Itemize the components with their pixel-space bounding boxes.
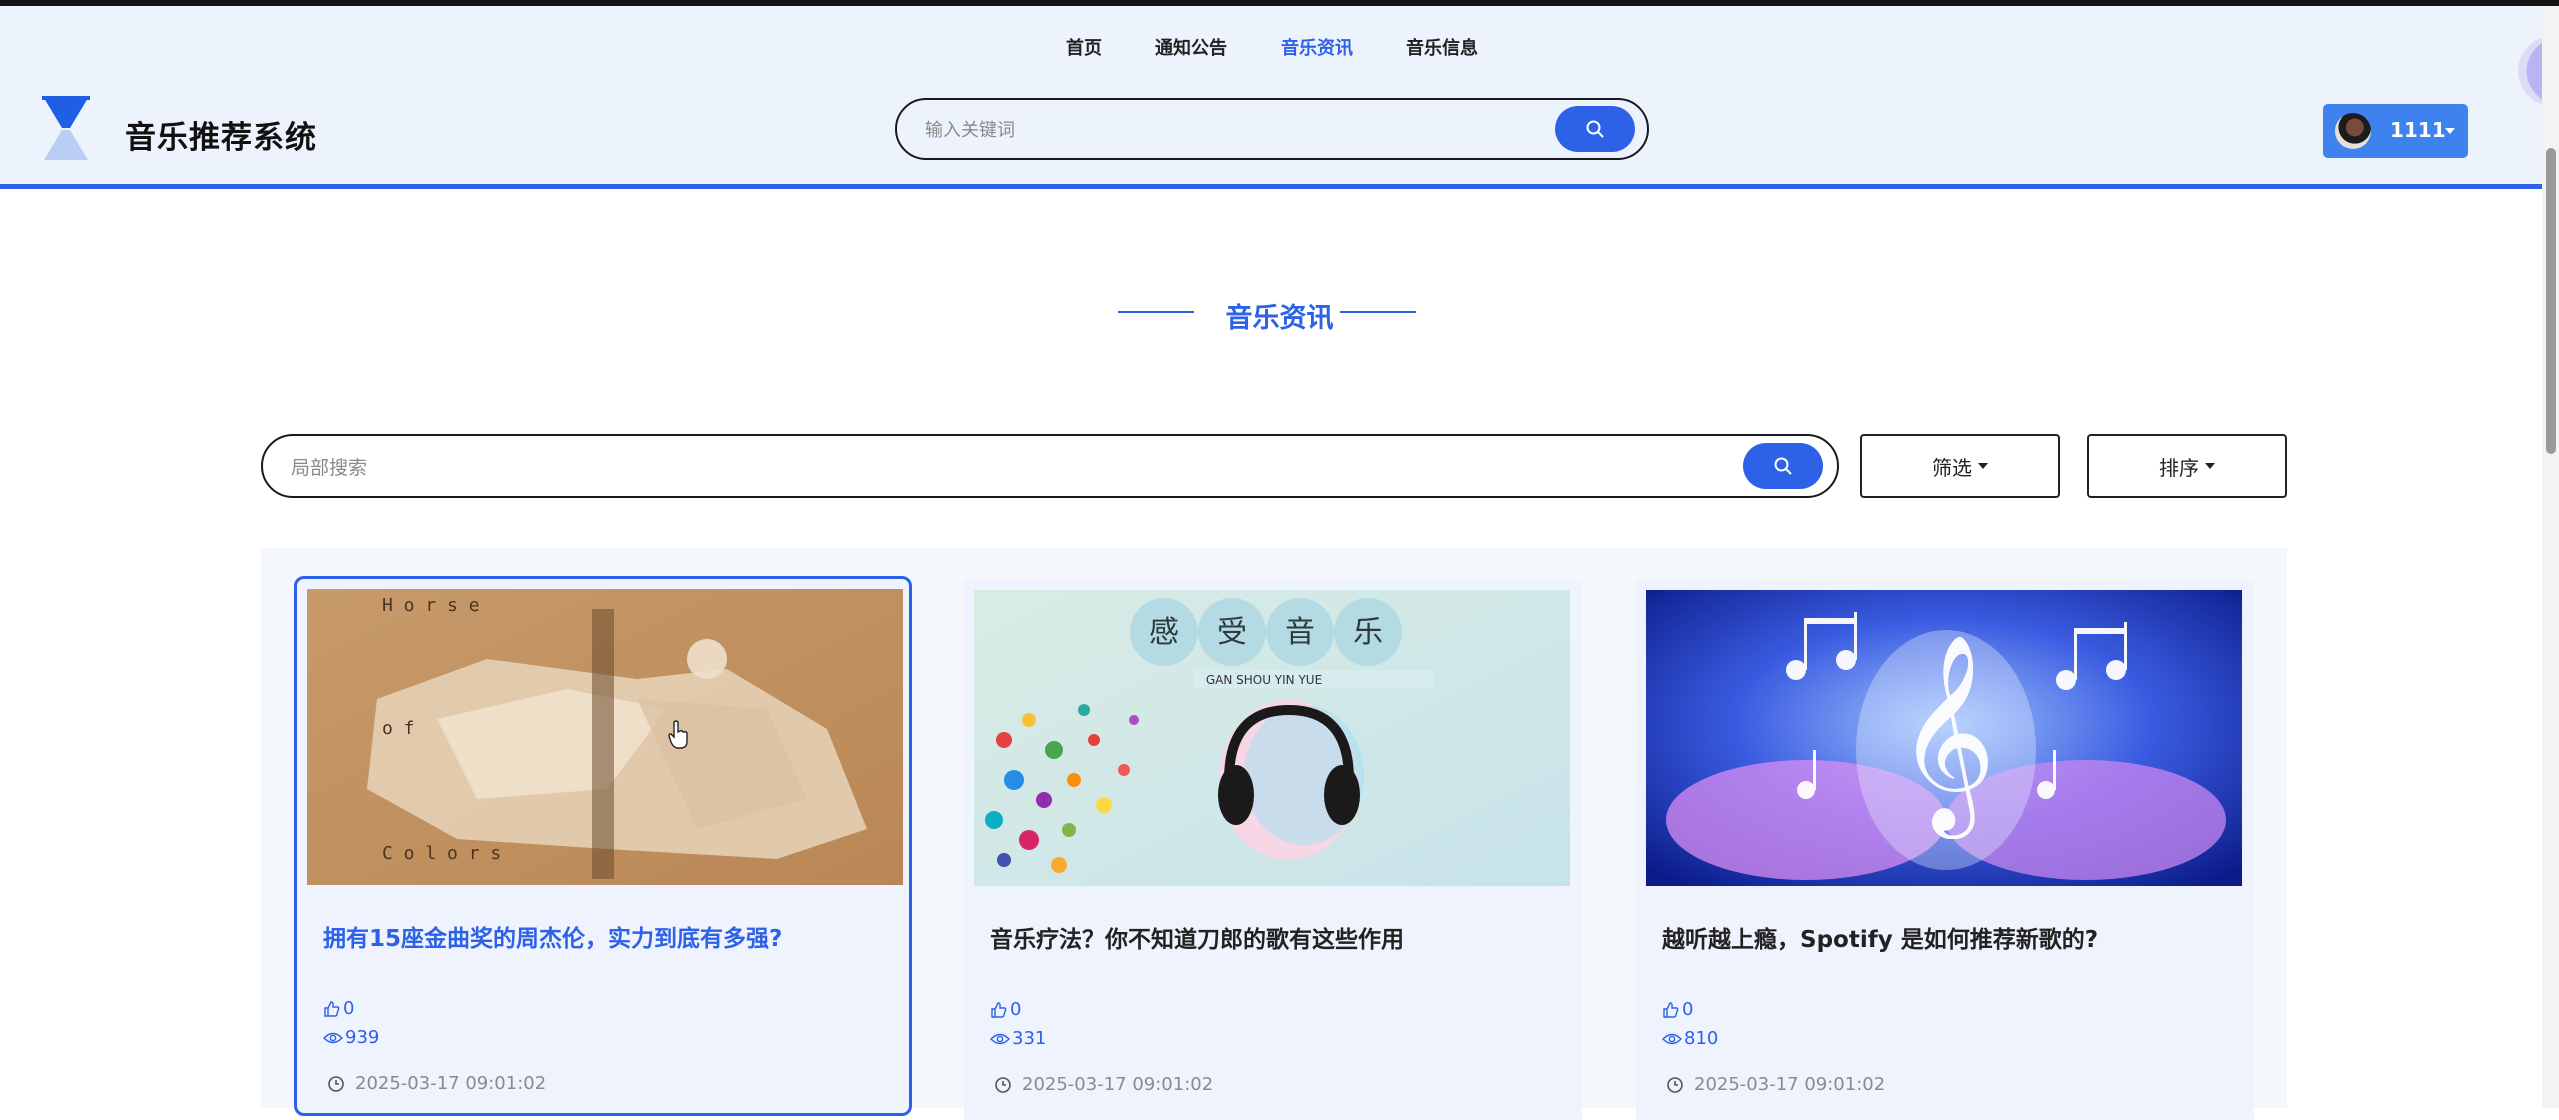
like-count-value: 0 [343, 998, 355, 1019]
section-title: 音乐资讯 [1225, 303, 1334, 334]
top-search-input[interactable] [923, 114, 1527, 146]
thumbs-up-icon [991, 1001, 1007, 1018]
view-count: 331 [990, 1028, 1046, 1049]
news-card[interactable]: 𝄞 越听越上瘾，Spotify 是如何推荐新歌的? 0 810 2025-03-… [1636, 580, 2254, 1120]
top-search-bar [895, 98, 1649, 160]
image-text-yin: 音 [1285, 615, 1315, 650]
title-decor-line-right [1340, 311, 1416, 313]
filter-dropdown-button[interactable]: 筛选 [1860, 434, 2060, 498]
publish-date: 2025-03-17 09:01:02 [327, 1073, 546, 1094]
svg-text:𝄞: 𝄞 [1896, 633, 1996, 839]
clock-icon [995, 1076, 1011, 1093]
news-card[interactable]: H o r s e o f C o l o r s 拥有15座金曲奖的周杰伦，实… [294, 576, 912, 1116]
hourglass-logo-icon[interactable] [40, 96, 92, 162]
image-text-horse: H o r s e [382, 595, 480, 616]
music-headphones-image: 感 受 音 乐 GAN SHOU YIN YUE [974, 590, 1570, 886]
view-count: 810 [1662, 1028, 1718, 1049]
eye-icon [323, 1032, 343, 1043]
like-count[interactable]: 0 [323, 998, 354, 1019]
clock-icon [328, 1075, 344, 1092]
search-icon [1586, 120, 1604, 138]
like-count-value: 0 [1010, 999, 1022, 1020]
image-text-shou: 受 [1217, 615, 1247, 650]
image-text-yue: 乐 [1353, 615, 1383, 650]
nav-item-home[interactable]: 首页 [1066, 34, 1102, 60]
clock-icon [1667, 1076, 1683, 1093]
chevron-down-icon [2445, 128, 2455, 134]
user-menu-button[interactable]: 1111 [2323, 104, 2468, 158]
local-search-input[interactable] [289, 452, 1693, 484]
thumbs-up-icon [1663, 1001, 1679, 1018]
image-text-subtitle: GAN SHOU YIN YUE [1206, 673, 1322, 687]
news-card-title[interactable]: 越听越上瘾，Spotify 是如何推荐新歌的? [1662, 920, 2098, 954]
sort-dropdown-button[interactable]: 排序 [2087, 434, 2287, 498]
top-search-button[interactable] [1555, 106, 1635, 152]
site-header: 首页 通知公告 音乐资讯 音乐信息 音乐推荐系统 1111 [0, 6, 2559, 189]
site-title: 音乐推荐系统 [125, 120, 317, 156]
view-count-value: 331 [1012, 1028, 1047, 1049]
news-card-title[interactable]: 拥有15座金曲奖的周杰伦，实力到底有多强? [323, 919, 782, 953]
avatar [2335, 113, 2371, 149]
nav-item-music-news[interactable]: 音乐资讯 [1281, 34, 1353, 60]
image-text-colors: C o l o r s [382, 843, 501, 864]
user-name: 1111 [2390, 118, 2446, 142]
filter-label: 筛选 [1932, 455, 1972, 480]
music-notes-hands-image: 𝄞 [1646, 590, 2242, 886]
news-card-title[interactable]: 音乐疗法？你不知道刀郎的歌有这些作用 [990, 920, 1404, 954]
image-text-of: o f [382, 718, 415, 739]
publish-date-value: 2025-03-17 09:01:02 [1022, 1074, 1214, 1095]
publish-date: 2025-03-17 09:01:02 [1666, 1074, 1885, 1095]
caret-down-icon [1978, 463, 1988, 469]
search-icon [1774, 457, 1792, 475]
news-card-image[interactable]: 感 受 音 乐 GAN SHOU YIN YUE [974, 590, 1570, 886]
news-card-image[interactable]: H o r s e o f C o l o r s [307, 589, 903, 885]
hand-pointer-cursor-icon [668, 720, 688, 749]
eye-icon [990, 1033, 1010, 1044]
sort-label: 排序 [2159, 455, 2199, 480]
like-count[interactable]: 0 [990, 999, 1021, 1020]
view-count-value: 939 [345, 1027, 380, 1048]
view-count: 939 [323, 1027, 379, 1048]
horse-artwork-image: H o r s e o f C o l o r s [307, 589, 903, 885]
publish-date: 2025-03-17 09:01:02 [994, 1074, 1213, 1095]
nav-item-notices[interactable]: 通知公告 [1155, 34, 1227, 60]
local-search-bar [261, 434, 1839, 498]
local-search-button[interactable] [1743, 443, 1823, 489]
publish-date-value: 2025-03-17 09:01:02 [355, 1073, 547, 1094]
image-text-gan: 感 [1149, 615, 1179, 650]
view-count-value: 810 [1684, 1028, 1719, 1049]
news-card[interactable]: 感 受 音 乐 GAN SHOU YIN YUE 音乐疗法？你不知道刀郎的歌有这… [964, 580, 1582, 1120]
like-count[interactable]: 0 [1662, 999, 1693, 1020]
news-card-image[interactable]: 𝄞 [1646, 590, 2242, 886]
thumbs-up-icon [324, 1000, 340, 1017]
like-count-value: 0 [1682, 999, 1694, 1020]
eye-icon [1662, 1033, 1682, 1044]
nav-item-music-info[interactable]: 音乐信息 [1406, 34, 1478, 60]
publish-date-value: 2025-03-17 09:01:02 [1694, 1074, 1886, 1095]
caret-down-icon [2205, 463, 2215, 469]
